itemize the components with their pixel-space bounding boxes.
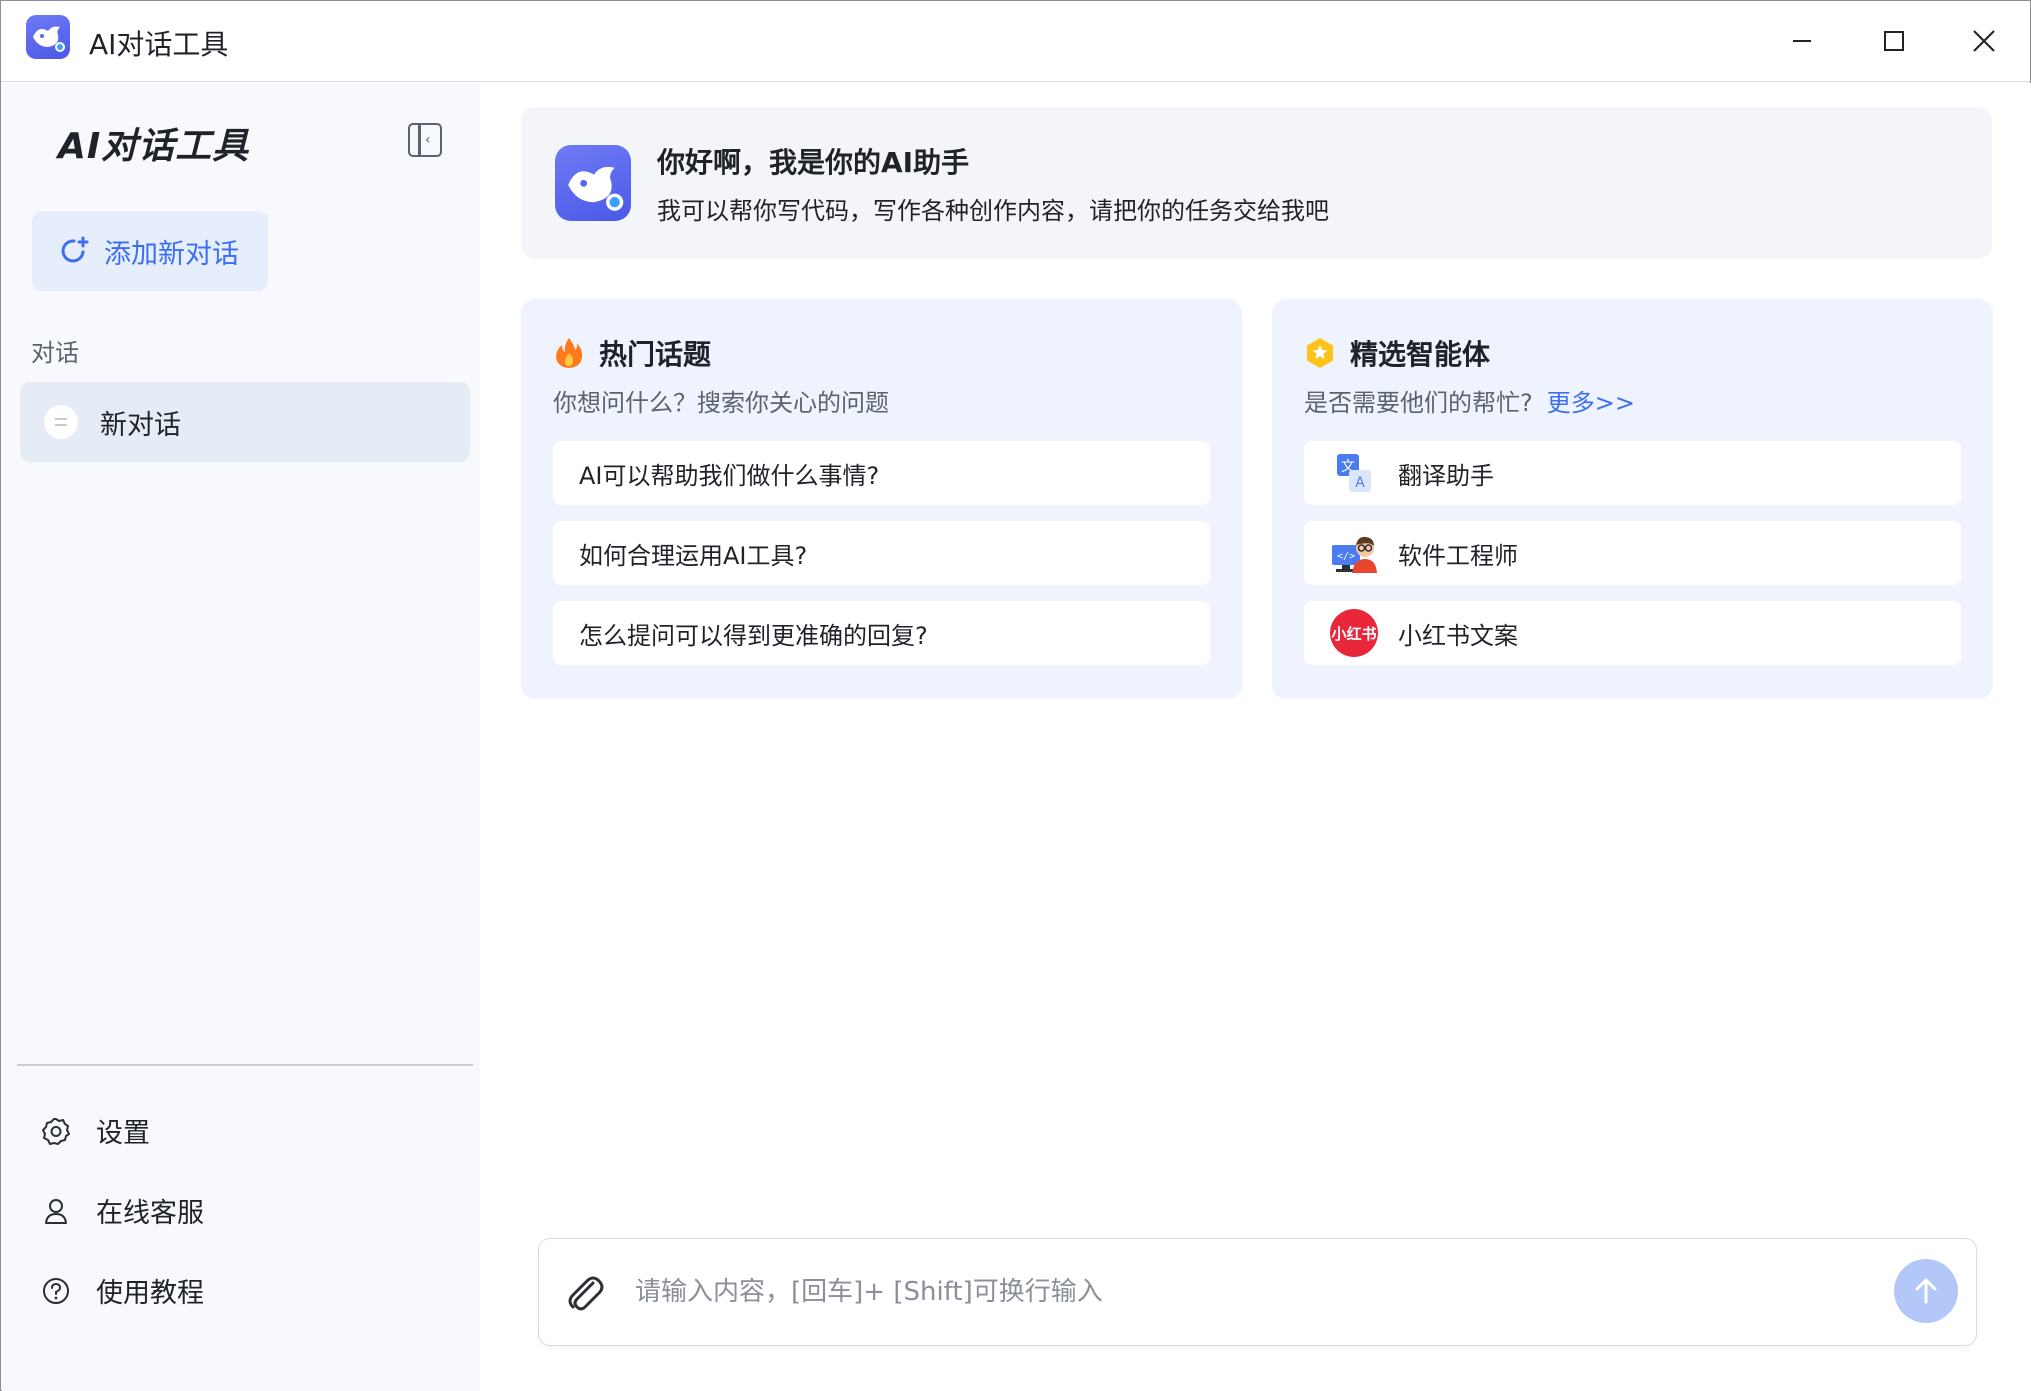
xiaohongshu-logo-icon: 小红书 — [1330, 609, 1378, 657]
svg-text:</>: </> — [1337, 551, 1355, 562]
close-icon — [1973, 30, 1995, 52]
conversation-item[interactable]: 新对话 — [20, 382, 470, 462]
online-service-menu-item[interactable]: 在线客服 — [40, 1191, 204, 1230]
hot-topics-title: 热门话题 — [599, 338, 712, 371]
conversation-section-label: 对话 — [31, 339, 79, 367]
fire-icon — [553, 337, 585, 369]
sidebar: AI对话工具 ‹ 添加新对话 对话 新对话 设置 在线客服 使用教程 — [2, 83, 480, 1391]
add-new-chat-button[interactable]: 添加新对话 — [32, 211, 268, 291]
tutorial-label: 使用教程 — [96, 1278, 204, 1309]
agent-item-xiaohongshu[interactable]: 小红书 小红书文案 — [1304, 601, 1961, 665]
topic-item[interactable]: AI可以帮助我们做什么事情? — [553, 441, 1210, 505]
refresh-plus-icon — [61, 236, 89, 263]
chat-input-bar — [538, 1238, 1977, 1346]
settings-menu-item[interactable]: 设置 — [40, 1111, 150, 1150]
featured-agents-title: 精选智能体 — [1350, 338, 1491, 371]
more-agents-link[interactable]: 更多>> — [1547, 389, 1635, 417]
agent-label: 翻译助手 — [1398, 461, 1494, 490]
minimize-button[interactable] — [1771, 13, 1833, 69]
featured-agents-panel: 精选智能体 是否需要他们的帮忙? 更多>> 文 A 翻译助手 </> 软件工程师… — [1272, 299, 1993, 699]
send-button[interactable] — [1894, 1259, 1958, 1323]
translate-icon: 文 A — [1330, 449, 1378, 497]
agent-item-engineer[interactable]: </> 软件工程师 — [1304, 521, 1961, 585]
main-content: 你好啊，我是你的AI助手 我可以帮你写代码，写作各种创作内容，请把你的任务交给我… — [480, 83, 2031, 1391]
maximize-icon — [1884, 31, 1904, 51]
featured-agents-subtitle-text: 是否需要他们的帮忙? — [1304, 389, 1533, 417]
hot-topics-panel: 热门话题 你想问什么？搜索你关心的问题 AI可以帮助我们做什么事情? 如何合理运… — [521, 299, 1242, 699]
welcome-card: 你好啊，我是你的AI助手 我可以帮你写代码，写作各种创作内容，请把你的任务交给我… — [521, 107, 1992, 259]
paperclip-icon[interactable] — [563, 1271, 607, 1315]
conversation-label: 新对话 — [100, 409, 181, 441]
help-circle-icon — [40, 1275, 72, 1307]
message-input[interactable] — [635, 1261, 1835, 1323]
welcome-subtitle: 我可以帮你写代码，写作各种创作内容，请把你的任务交给我吧 — [657, 197, 1329, 225]
settings-label: 设置 — [96, 1118, 150, 1149]
title-bar: AI对话工具 — [1, 1, 2030, 82]
featured-agents-header: 精选智能体 — [1304, 333, 1490, 373]
sidebar-collapse-icon: ‹ — [425, 132, 431, 148]
gear-icon — [40, 1115, 72, 1147]
online-service-label: 在线客服 — [96, 1198, 204, 1229]
engineer-avatar-icon: </> — [1330, 529, 1378, 577]
close-button[interactable] — [1953, 13, 2015, 69]
agent-label: 软件工程师 — [1398, 541, 1518, 570]
app-window: AI对话工具 AI对话工具 ‹ 添加新对话 对话 新对话 设置 在线客服 使用教… — [0, 0, 2031, 1391]
window-title: AI对话工具 — [89, 28, 229, 61]
chat-bubble-icon — [44, 405, 78, 439]
star-badge-icon — [1304, 337, 1336, 369]
svg-text:A: A — [1355, 475, 1365, 491]
agent-label: 小红书文案 — [1398, 621, 1518, 650]
send-arrow-icon — [1915, 1278, 1937, 1304]
featured-agents-subtitle: 是否需要他们的帮忙? 更多>> — [1304, 383, 1635, 418]
minimize-icon — [1793, 40, 1811, 42]
hot-topics-subtitle: 你想问什么？搜索你关心的问题 — [553, 389, 889, 417]
welcome-title: 你好啊，我是你的AI助手 — [657, 146, 970, 179]
sidebar-divider — [17, 1064, 473, 1066]
user-icon — [40, 1195, 72, 1227]
sidebar-title: AI对话工具 — [58, 126, 250, 167]
assistant-logo-icon — [555, 145, 631, 221]
maximize-button[interactable] — [1863, 13, 1925, 69]
topic-item[interactable]: 如何合理运用AI工具? — [553, 521, 1210, 585]
sidebar-collapse-button[interactable]: ‹ — [408, 123, 442, 157]
tutorial-menu-item[interactable]: 使用教程 — [40, 1271, 204, 1310]
topic-item[interactable]: 怎么提问可以得到更准确的回复? — [553, 601, 1210, 665]
add-new-chat-label: 添加新对话 — [104, 238, 239, 270]
app-logo-icon — [26, 15, 70, 59]
hot-topics-header: 热门话题 — [553, 333, 711, 373]
agent-item-translator[interactable]: 文 A 翻译助手 — [1304, 441, 1961, 505]
